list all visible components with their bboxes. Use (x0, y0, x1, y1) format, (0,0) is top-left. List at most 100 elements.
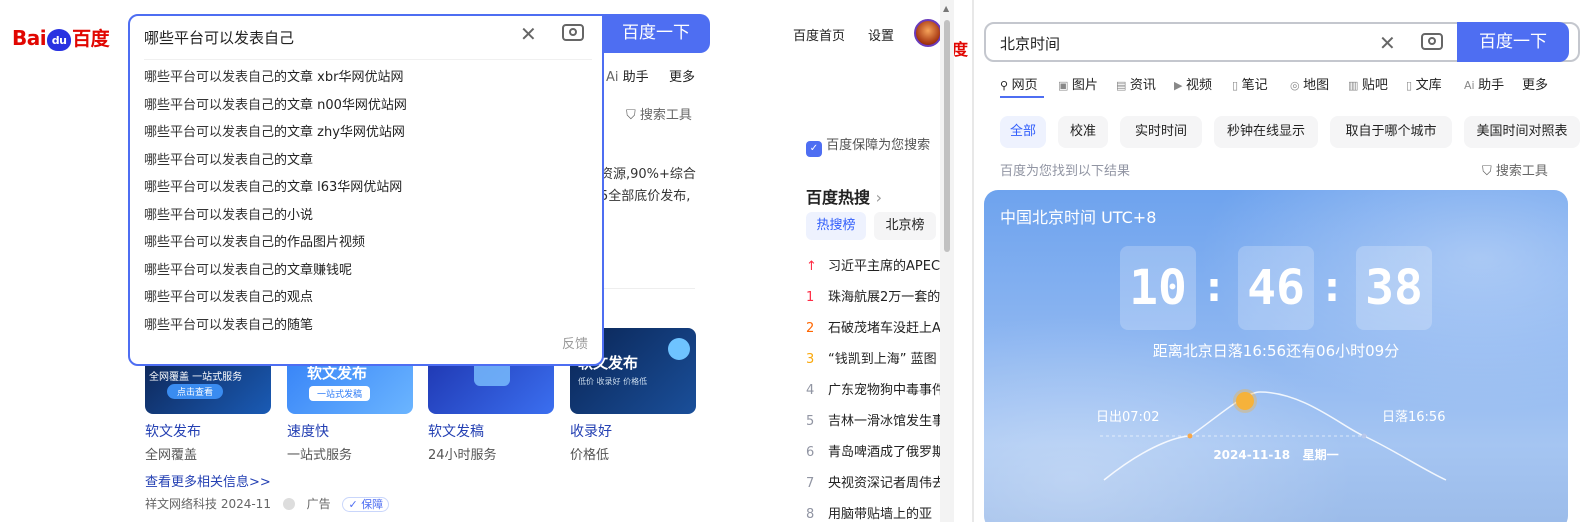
scroll-thumb[interactable] (944, 20, 950, 252)
camera-icon[interactable] (1421, 33, 1443, 50)
suggestion-item[interactable]: 哪些平台可以发表自己的小说 (144, 204, 313, 223)
hot-search-item[interactable]: 5 吉林一滑冰馆发生事 (806, 410, 946, 429)
ad-label: 广告 (306, 497, 331, 511)
feedback-link[interactable]: 反馈 (562, 333, 588, 352)
ad-image-1-button: 点击查看 (167, 384, 224, 399)
filter-chip[interactable]: 全部 (1000, 116, 1046, 148)
suggestion-item[interactable]: 哪些平台可以发表自己的文章 l63华网优站网 (144, 176, 402, 195)
news-icon: ▤ (1116, 79, 1130, 92)
filter-chip[interactable]: 秒钟在线显示 (1214, 116, 1318, 148)
hot-search-item[interactable]: 1 珠海航展2万一套的 (806, 286, 946, 305)
guarantee-banner[interactable]: ✓ 百度保障为您搜索 (806, 134, 946, 157)
info-icon[interactable] (282, 498, 295, 510)
suggestion-prefix: 哪些平台可以发表自己 (144, 207, 275, 223)
suggestion-prefix: 哪些平台可以发表自己 (144, 290, 275, 305)
search-tools-button[interactable]: ⛉ 搜索工具 (1482, 160, 1548, 179)
more-info-link[interactable]: 查看更多相关信息>> (145, 471, 271, 490)
camera-icon[interactable] (562, 24, 584, 41)
settings-link[interactable]: 设置 (868, 25, 894, 44)
close-icon[interactable]: ✕ (520, 22, 537, 46)
hot-search-item[interactable]: 6 青岛啤酒成了俄罗斯 (806, 441, 946, 460)
guarantee-badge-label: 保障 (361, 498, 384, 511)
ad-title-4[interactable]: 收录好 (570, 421, 612, 441)
hot-search-title[interactable]: 百度热搜 › (806, 184, 882, 208)
tab-hot-list[interactable]: 热搜榜 (806, 212, 866, 240)
hot-search-item[interactable]: 3 “钱凯到上海” 蓝图 (806, 348, 946, 367)
hot-rank: 6 (806, 445, 815, 460)
hot-title: 习近平主席的APEC (828, 259, 941, 274)
user-avatar[interactable] (914, 19, 942, 47)
ad-company: 祥文网络科技 2024-11 (145, 497, 271, 511)
tab-8[interactable]: ▯ 文库 (1406, 74, 1442, 93)
tab-more[interactable]: 更多 (669, 66, 695, 85)
sunrise-label: 日出07:02 (1096, 410, 1160, 425)
suggestion-rest: 的随笔 (274, 317, 314, 333)
ad-sub-2: 一站式服务 (287, 448, 353, 463)
hot-rank: 2 (806, 321, 815, 336)
suggestion-item[interactable]: 哪些平台可以发表自己的文章 xbr华网优站网 (144, 66, 403, 85)
ad-title-2[interactable]: 速度快 (287, 421, 329, 441)
suggestion-item[interactable]: 哪些平台可以发表自己的随笔 (144, 314, 313, 333)
hot-title: “钱凯到上海” 蓝图 (828, 352, 937, 367)
suggestion-rest: 的作品图片视频 (274, 235, 366, 250)
filter-chip[interactable]: 美国时间对照表 (1464, 116, 1580, 148)
shield-icon: ✓ (348, 498, 362, 511)
suggestion-item[interactable]: 哪些平台可以发表自己的文章 n00华网优站网 (144, 94, 407, 113)
clock-minutes: 46 (1238, 246, 1314, 330)
tab-beijing-list[interactable]: 北京榜 (874, 212, 936, 240)
tab-2[interactable]: ▣ 图片 (1058, 74, 1098, 93)
logo-cn-text: 百度 (72, 28, 110, 50)
ad-title-1[interactable]: 软文发布 (145, 421, 201, 441)
clock-colon: : (1206, 265, 1222, 311)
baidu-logo[interactable]: Bai du 百度 (12, 24, 110, 51)
close-icon[interactable]: ✕ (1379, 31, 1396, 55)
filter-chip[interactable]: 实时时间 (1120, 116, 1202, 148)
suggestion-item[interactable]: 哪些平台可以发表自己的作品图片视频 (144, 231, 365, 250)
tab-label: 笔记 (1241, 78, 1268, 93)
tab-1[interactable]: ⚲ 网页 (1000, 74, 1038, 93)
filter-chip[interactable]: 取自于哪个城市 (1330, 116, 1452, 148)
tab-10[interactable]: 更多 (1522, 74, 1548, 93)
suggestion-item[interactable]: 哪些平台可以发表自己的文章赚钱呢 (144, 259, 352, 278)
date-label: 2024-11-18 星期一 (984, 446, 1568, 463)
search-button[interactable]: 百度一下 (602, 14, 710, 53)
logo-text: Bai (12, 26, 47, 50)
tab-7[interactable]: ▥ 贴吧 (1348, 74, 1388, 93)
tab-assistant[interactable]: Ai 助手 (606, 66, 649, 85)
suggestion-item[interactable]: 哪些平台可以发表自己的观点 (144, 286, 313, 305)
sun-arc (1100, 391, 1447, 481)
hot-title: 石破茂堵车没赶上A (828, 321, 941, 336)
hot-search-item[interactable]: 2 石破茂堵车没赶上A (806, 317, 946, 336)
tieba-icon: ▥ (1348, 79, 1362, 92)
scroll-up-icon[interactable]: ▲ (943, 4, 949, 13)
divider (600, 288, 695, 289)
search-input[interactable] (144, 26, 504, 48)
baidu-home-link[interactable]: 百度首页 (793, 25, 845, 44)
tab-label: 助手 (1478, 78, 1505, 93)
search-input[interactable] (1000, 32, 1300, 54)
suggestion-rest: 的文章 (274, 152, 314, 168)
tab-9[interactable]: Ai 助手 (1464, 74, 1504, 93)
tab-3[interactable]: ▤ 资讯 (1116, 74, 1156, 93)
suggestion-item[interactable]: 哪些平台可以发表自己的文章 zhy华网优站网 (144, 121, 405, 140)
hot-search-item[interactable]: 8 用脑带贴墙上的亚 (806, 503, 946, 522)
active-tab-underline (1000, 96, 1044, 98)
tab-label: 图片 (1071, 78, 1098, 93)
tab-5[interactable]: ▯ 笔记 (1232, 74, 1268, 93)
suggestion-item[interactable]: 哪些平台可以发表自己的文章 (144, 149, 313, 168)
chevron-right-icon: › (875, 188, 882, 207)
ad-title-3[interactable]: 软文发稿 (428, 421, 484, 441)
date-value: 2024-11-18 (1213, 448, 1291, 462)
scrollbar[interactable]: ▲ (940, 0, 954, 522)
hot-search-item[interactable]: 7 央视资深记者周伟去 (806, 472, 946, 491)
hot-title: 吉林一滑冰馆发生事 (828, 414, 946, 429)
search-tools-button[interactable]: ⛉ 搜索工具 (626, 104, 692, 123)
filter-chip[interactable]: 校准 (1058, 116, 1108, 148)
image-icon: ▣ (1058, 79, 1072, 92)
tab-4[interactable]: ▶ 视频 (1174, 74, 1212, 93)
search-button[interactable]: 百度一下 (1457, 22, 1569, 62)
hot-search-item[interactable]: ↑ 习近平主席的APEC (806, 255, 946, 274)
tab-6[interactable]: ◎ 地图 (1290, 74, 1329, 93)
guarantee-badge[interactable]: ✓ 保障 (342, 497, 390, 512)
hot-search-item[interactable]: 4 广东宠物狗中毒事件 (806, 379, 946, 398)
